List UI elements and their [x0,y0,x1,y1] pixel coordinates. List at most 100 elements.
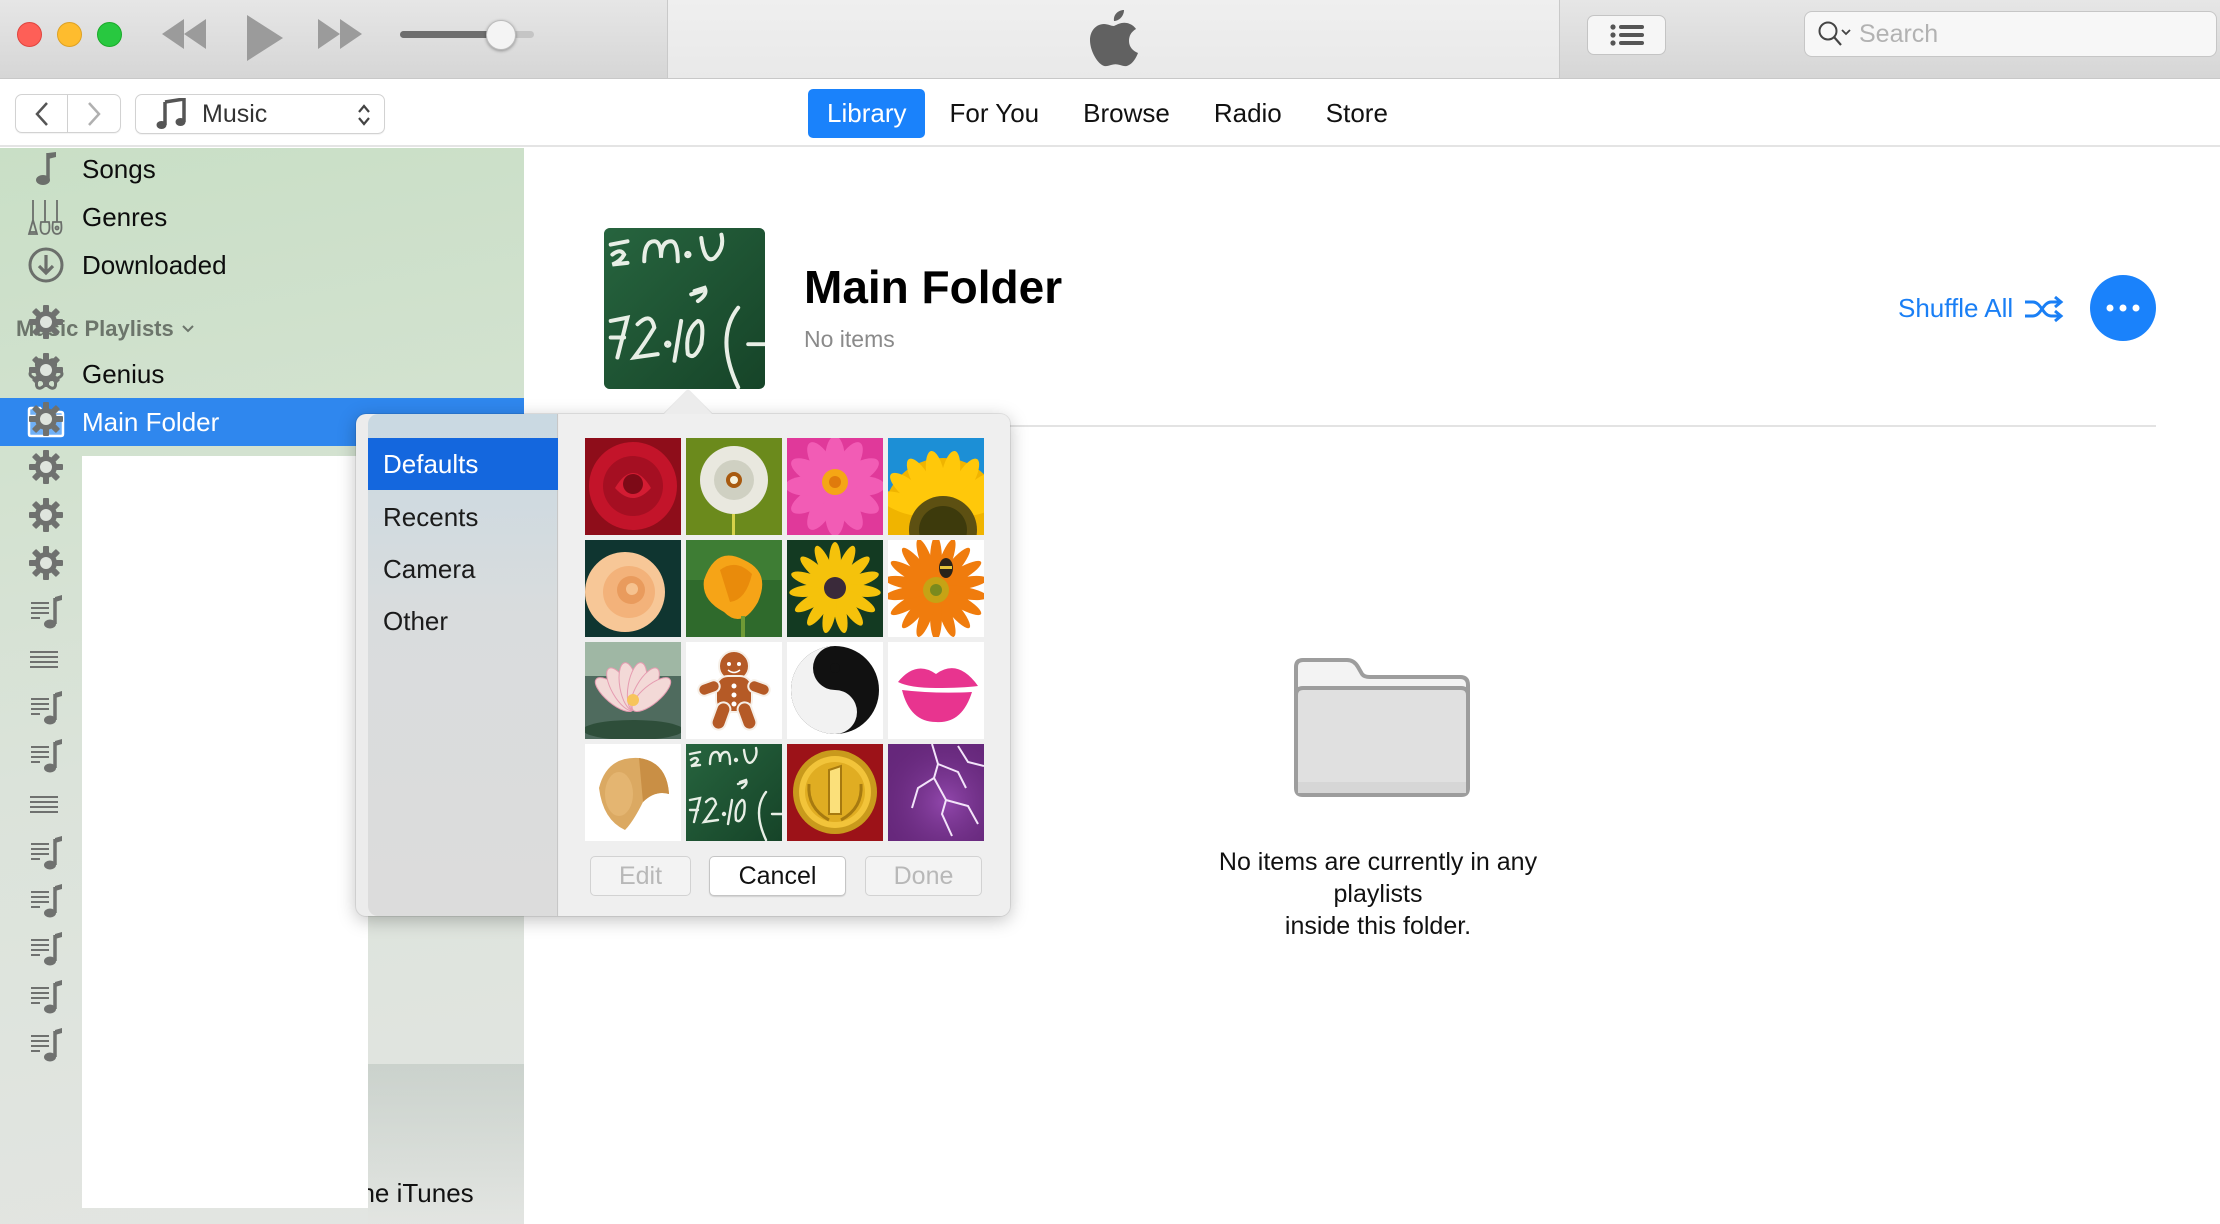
playlist-icon[interactable] [26,592,66,632]
yin-yang-image [787,642,883,739]
gear-icon[interactable] [26,543,66,583]
sidebar-item-partial[interactable]: one iTunes [368,1178,518,1209]
tab-radio[interactable]: Radio [1192,89,1304,138]
sidebar-item-genius[interactable]: Genius [0,350,524,398]
gear-icon[interactable] [26,399,66,439]
picture-fortune-cookie[interactable] [585,744,681,841]
playlist-icon[interactable] [26,977,66,1017]
fastforward-icon [318,19,362,49]
chevron-down-icon [182,325,194,333]
tab-library[interactable]: Library [808,88,926,138]
gear-icon[interactable] [26,350,66,390]
done-button[interactable]: Done [865,856,982,896]
picture-gold-medal[interactable] [787,744,883,841]
peach-rose-image [585,540,681,637]
minimize-window-button[interactable] [57,22,82,47]
picture-orange-gerbera-with-bee[interactable] [888,540,984,637]
rewind-button[interactable] [160,12,210,56]
picker-category-recents[interactable]: Recents [368,491,558,543]
picture-dandelion[interactable] [686,438,782,535]
picture-red-rose[interactable] [585,438,681,535]
cancel-button[interactable]: Cancel [709,856,846,896]
picture-lotus[interactable] [585,642,681,739]
sunflower-image [888,438,984,535]
search-icon [1818,21,1851,46]
picture-purple-lightning[interactable] [888,744,984,841]
volume-knob[interactable] [485,20,516,50]
rewind-icon [162,19,206,49]
guitars-icon [26,197,66,237]
picker-category-camera[interactable]: Camera [368,543,558,595]
gear-icon[interactable] [26,447,66,487]
lipstick-kiss-image [888,642,984,739]
picture-peach-rose[interactable] [585,540,681,637]
playlist-icon[interactable] [26,833,66,873]
chevron-left-icon [34,101,48,126]
up-next-list-button[interactable] [1587,15,1666,55]
search-input[interactable] [1859,19,2199,49]
shuffle-icon [2025,295,2064,322]
playlist-artwork[interactable] [604,228,765,389]
purple-lightning-image [888,744,984,841]
lotus-image [585,642,681,739]
picture-yellow-daisy[interactable] [787,540,883,637]
volume-slider[interactable] [400,20,535,50]
fast-forward-button[interactable] [314,12,364,56]
picture-sunflower[interactable] [888,438,984,535]
blank-overlay-panel [82,456,368,1208]
picture-source-list: Defaults Recents Camera Other [368,414,558,916]
chalkboard-equations-image [604,228,765,389]
now-playing-display [667,0,1560,78]
shuffle-all-button[interactable]: Shuffle All [1898,293,2065,324]
navigation-bar: Music Library For You Browse Radio Store [0,79,2220,147]
red-rose-image [585,438,681,535]
empty-state-message: No items are currently in any playlists … [1218,848,1538,940]
edit-button[interactable]: Edit [590,856,691,896]
playlist-icon[interactable] [26,736,66,776]
picture-pink-dahlia[interactable] [787,438,883,535]
list-icon[interactable] [26,785,66,825]
download-circle-icon [26,245,66,285]
player-controls-area [0,0,667,78]
history-navigation [15,94,122,133]
dandelion-image [686,438,782,535]
list-icon[interactable] [26,640,66,680]
media-kind-selector[interactable]: Music [135,94,385,134]
section-tabs: Library For You Browse Radio Store [808,88,1410,138]
apple-logo-icon [1090,10,1138,67]
tab-store[interactable]: Store [1304,89,1410,138]
picker-category-other[interactable]: Other [368,595,558,647]
chevron-updown-icon [358,104,370,126]
play-button[interactable] [242,10,288,66]
chalkboard-equations-image [686,744,782,841]
picture-chalkboard-equations[interactable] [686,744,782,841]
forward-button[interactable] [68,94,121,133]
music-note-icon [156,98,186,129]
close-window-button[interactable] [17,22,42,47]
playlist-icon[interactable] [26,688,66,728]
play-icon [247,15,283,61]
playlist-icon[interactable] [26,881,66,921]
back-button[interactable] [15,94,68,133]
picture-grid [585,438,984,841]
gear-icon[interactable] [26,302,66,342]
picker-category-defaults[interactable]: Defaults [368,438,558,490]
picture-yin-yang[interactable] [787,642,883,739]
sidebar-item-downloaded[interactable]: Downloaded [0,241,524,289]
page-title: Main Folder [804,261,1063,313]
more-options-button[interactable] [2090,275,2156,341]
gear-icon[interactable] [26,495,66,535]
sidebar-item-songs[interactable]: Songs [0,145,524,193]
tab-for-you[interactable]: For You [927,89,1061,138]
ellipsis-icon [2106,304,2140,312]
playlist-icon[interactable] [26,929,66,969]
picture-lipstick-kiss[interactable] [888,642,984,739]
playlist-icon[interactable] [26,1025,66,1065]
search-field[interactable] [1804,11,2217,57]
zoom-window-button[interactable] [97,22,122,47]
picture-grid-panel: Edit Cancel Done [559,414,1010,916]
tab-browse[interactable]: Browse [1061,89,1192,138]
picture-orange-poppy[interactable] [686,540,782,637]
sidebar-item-genres[interactable]: Genres [0,193,524,241]
picture-gingerbread-man[interactable] [686,642,782,739]
